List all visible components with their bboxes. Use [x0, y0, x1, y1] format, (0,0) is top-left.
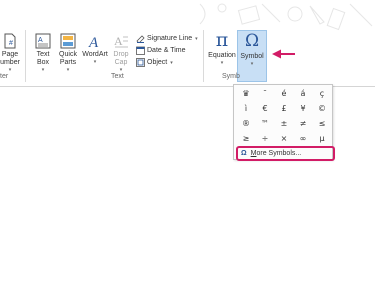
wordart-label: WordArt [82, 51, 108, 58]
text-box-label-2: Box [36, 59, 50, 66]
symbol-cell[interactable]: µ [313, 132, 331, 146]
svg-text:#: # [9, 40, 13, 47]
drop-cap-button[interactable]: A Drop Cap ▾ [110, 33, 132, 73]
symbol-cell[interactable]: £ [275, 102, 293, 116]
symbol-cell[interactable]: ® [237, 117, 255, 131]
ribbon: # Page umber ▾ ter A Text Box ▾ Quick Pa… [0, 0, 375, 87]
signature-line-label: Signature Line [147, 35, 193, 42]
more-symbols-label: ore Symbols... [256, 150, 302, 157]
symbol-cell[interactable]: é [275, 87, 293, 101]
header-footer-group-label: ter [0, 73, 9, 80]
omega-icon: Ω [244, 31, 260, 51]
symbol-cell[interactable]: ¯ [256, 87, 274, 101]
chevron-down-icon: ▾ [170, 60, 173, 66]
symbol-cell[interactable]: ∞ [294, 132, 312, 146]
symbol-cell[interactable]: © [313, 102, 331, 116]
symbol-cell[interactable]: ™ [256, 117, 274, 131]
quick-parts-button[interactable]: Quick Parts ▾ [56, 33, 80, 73]
chevron-down-icon: ▾ [41, 67, 45, 73]
symbol-cell[interactable]: ♛ [237, 87, 255, 101]
symbol-cell[interactable]: ≤ [313, 117, 331, 131]
chevron-down-icon: ▾ [250, 61, 254, 67]
symbol-cell[interactable]: ÷ [256, 132, 274, 146]
pi-icon: π [215, 29, 229, 51]
object-icon [136, 57, 145, 67]
wordart-icon: A [88, 35, 99, 49]
object-label: Object [147, 59, 168, 66]
omega-icon: Ω [241, 150, 247, 157]
symbol-grid: ♛ ¯ é á ç ì € £ ¥ © ® ™ ± ≠ ≤ ≥ ÷ × ∞ µ [237, 87, 331, 146]
chevron-down-icon: ▾ [195, 36, 198, 42]
date-time-button[interactable]: Date & Time [136, 45, 186, 56]
symbol-label: Symbol [240, 53, 264, 60]
symbol-button-content: Ω Symbol ▾ [238, 31, 266, 68]
page-number-button[interactable]: # Page umber ▾ [0, 33, 20, 73]
text-box-icon: A [35, 33, 51, 49]
symbol-cell[interactable]: ± [275, 117, 293, 131]
symbol-cell[interactable]: ç [313, 87, 331, 101]
page-number-label-1: Page [1, 51, 19, 58]
symbols-group-label: Symb [222, 73, 240, 80]
more-symbols-menu-item[interactable]: Ω More Symbols... [236, 146, 335, 161]
symbol-cell[interactable]: ì [237, 102, 255, 116]
wordart-button[interactable]: A WordArt ▾ [80, 33, 110, 65]
equation-button[interactable]: π Equation ▾ [207, 29, 237, 67]
signature-line-icon [136, 35, 145, 43]
group-separator [203, 30, 204, 82]
quick-parts-label-2: Parts [59, 59, 77, 66]
svg-text:A: A [88, 35, 99, 49]
symbol-cell[interactable]: á [294, 87, 312, 101]
object-button[interactable]: Object ▾ [136, 57, 173, 68]
group-separator [25, 30, 26, 82]
drop-cap-label-2: Cap [114, 59, 128, 66]
text-box-button[interactable]: A Text Box ▾ [32, 33, 54, 73]
symbol-cell[interactable]: ≥ [237, 132, 255, 146]
symbol-cell[interactable]: × [275, 132, 293, 146]
drop-cap-label-1: Drop [113, 51, 129, 58]
chevron-down-icon: ▾ [220, 60, 224, 66]
equation-label: Equation [208, 52, 236, 59]
text-group-label: Text [111, 73, 124, 80]
svg-text:A: A [114, 34, 123, 48]
date-time-label: Date & Time [147, 47, 186, 54]
quick-parts-label-1: Quick [59, 51, 77, 58]
symbol-button[interactable]: Ω Symbol ▾ [237, 30, 267, 82]
symbol-cell[interactable]: ¥ [294, 102, 312, 116]
text-box-label-1: Text [36, 51, 50, 58]
svg-text:A: A [38, 37, 43, 44]
page-number-icon: # [4, 33, 16, 49]
symbol-cell[interactable]: € [256, 102, 274, 116]
quick-parts-icon [60, 33, 76, 49]
signature-line-button[interactable]: Signature Line ▾ [136, 33, 198, 44]
arrow-pointer-icon [272, 49, 295, 59]
chevron-down-icon: ▾ [93, 59, 97, 65]
symbol-dropdown-menu: ♛ ¯ é á ç ì € £ ¥ © ® ™ ± ≠ ≤ ≥ ÷ × ∞ µ Ω More Symbols... [233, 84, 335, 161]
page-number-label-2: umber [0, 59, 20, 66]
calendar-icon [136, 46, 145, 55]
symbol-cell[interactable]: ≠ [294, 117, 312, 131]
chevron-down-icon: ▾ [66, 67, 70, 73]
drop-cap-icon: A [114, 34, 128, 48]
